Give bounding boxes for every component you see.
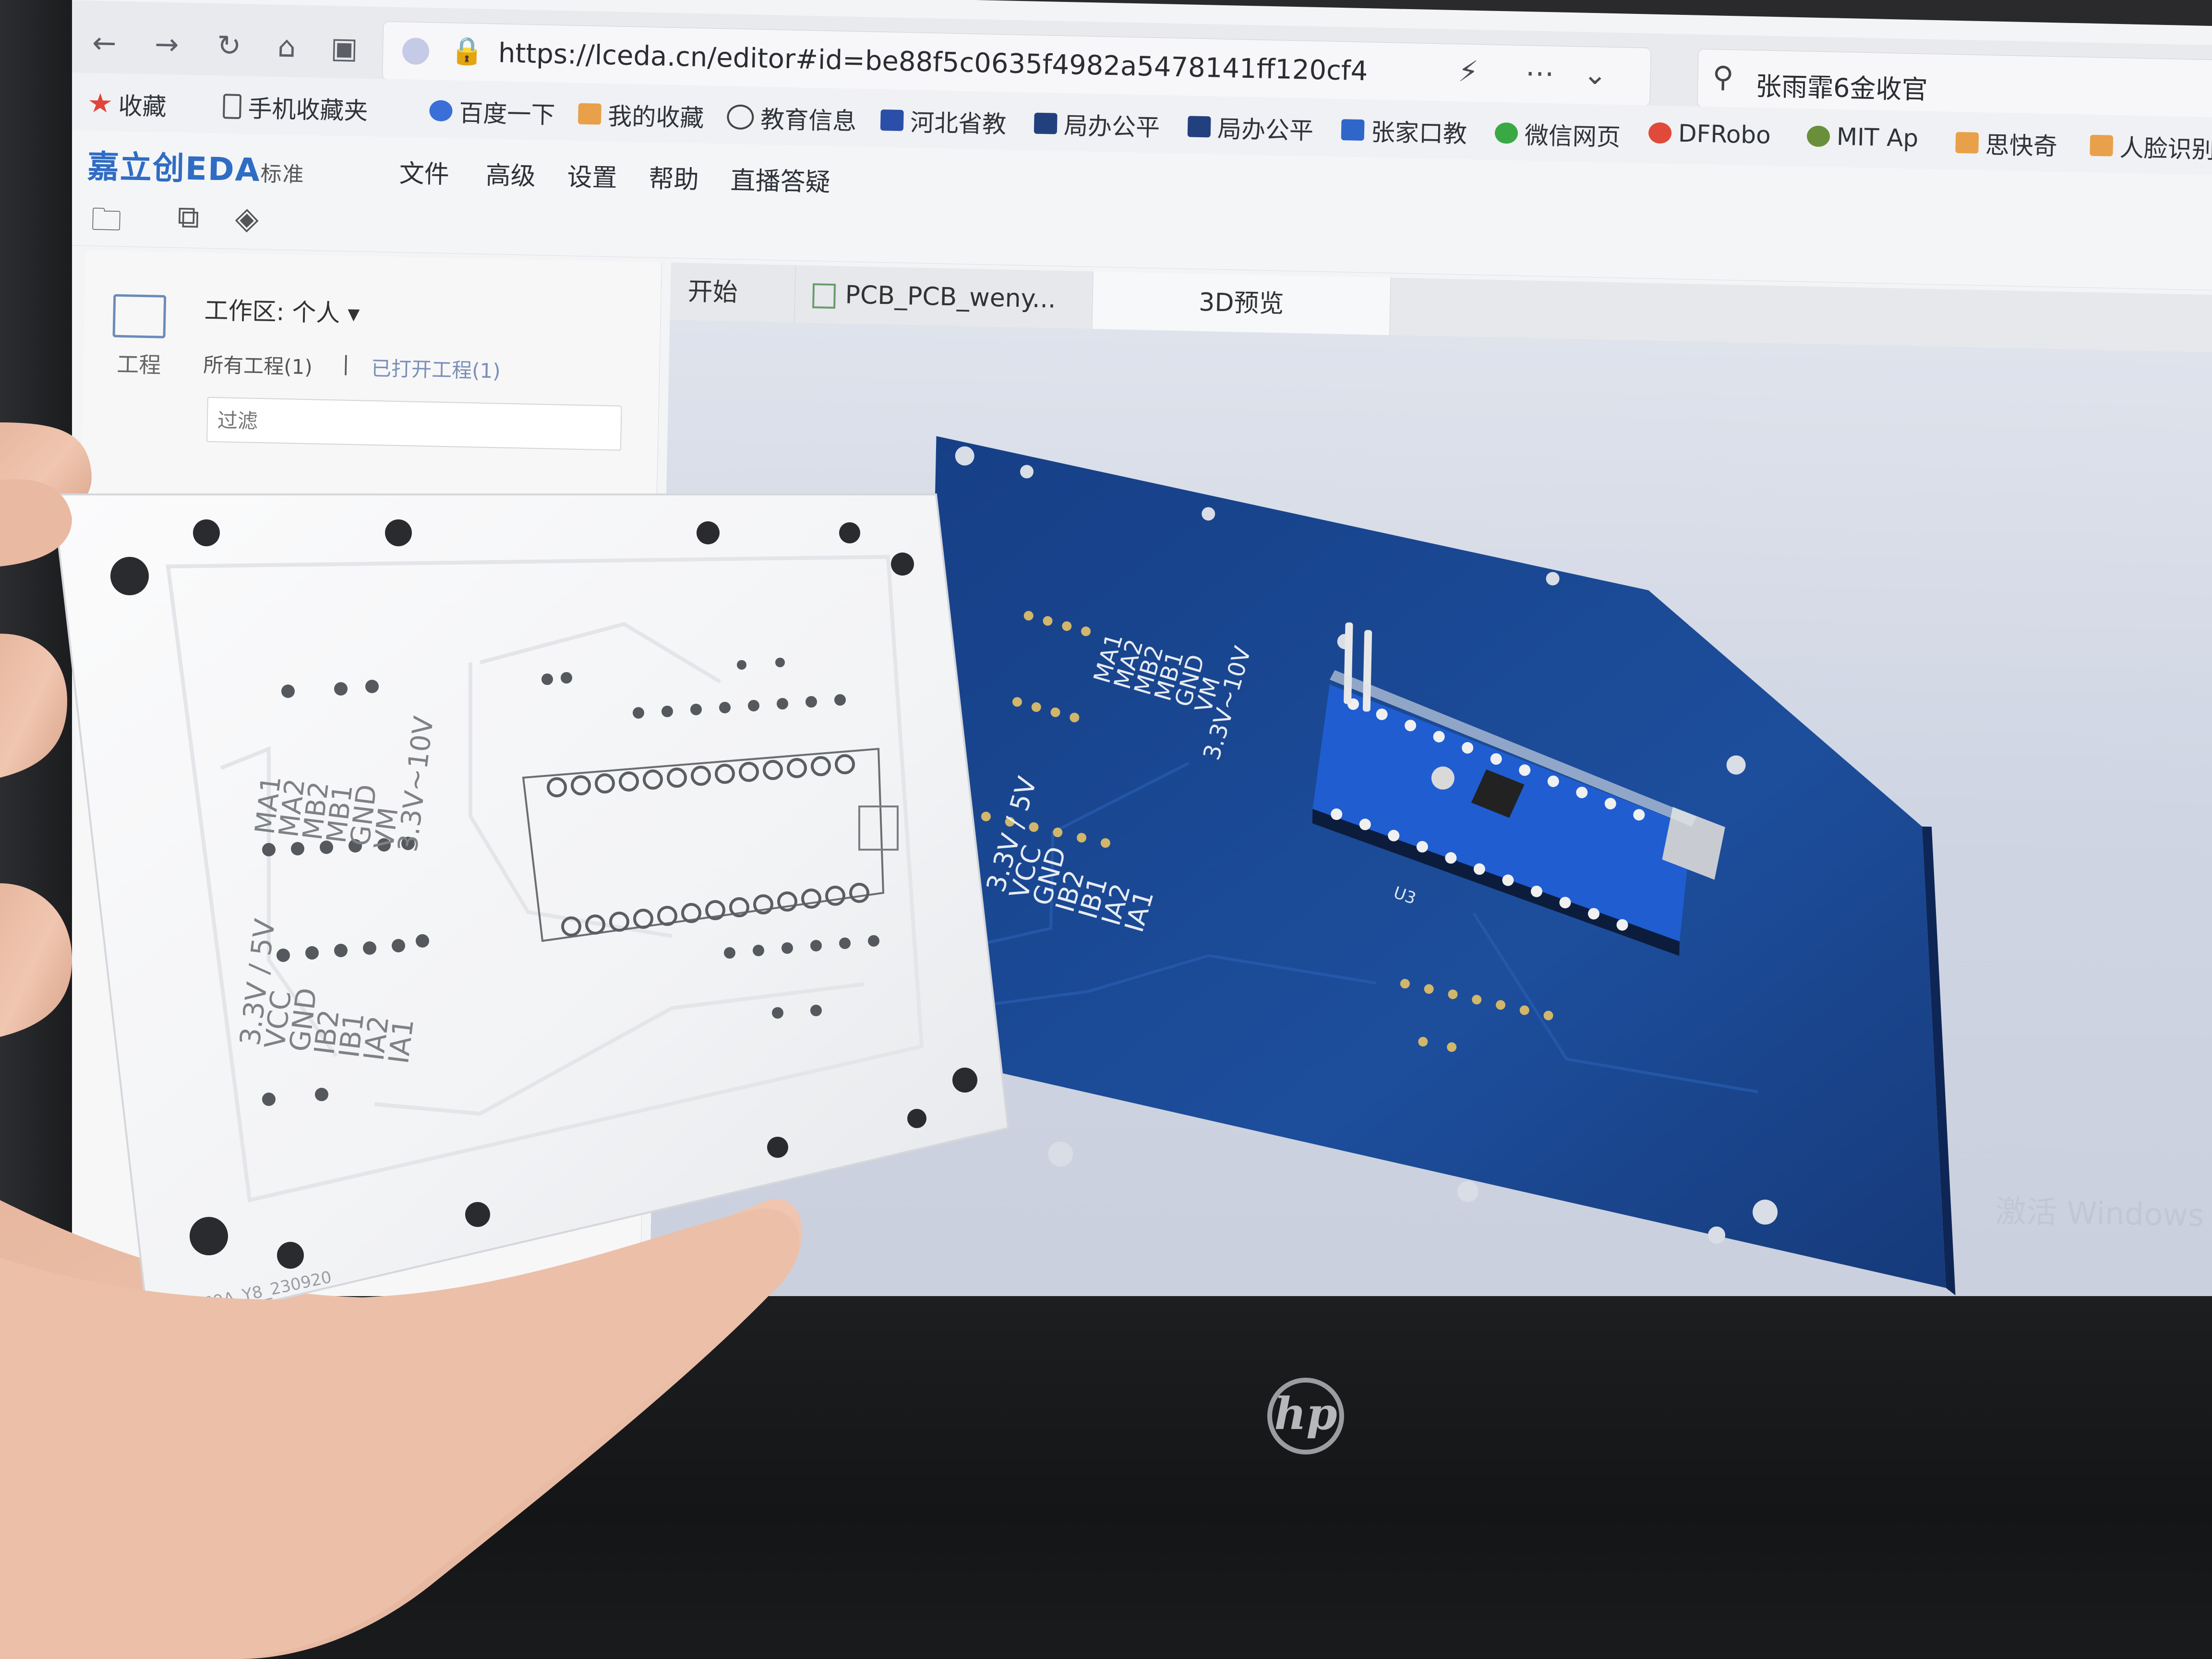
thumb bbox=[0, 1208, 799, 1659]
index-fingertip bbox=[0, 479, 72, 566]
thumb-overlap bbox=[0, 479, 799, 1659]
photo-scene: ← → ↻ ⌂ ▣ 🔒 https://lceda.cn/editor#id=b… bbox=[0, 0, 2212, 1659]
